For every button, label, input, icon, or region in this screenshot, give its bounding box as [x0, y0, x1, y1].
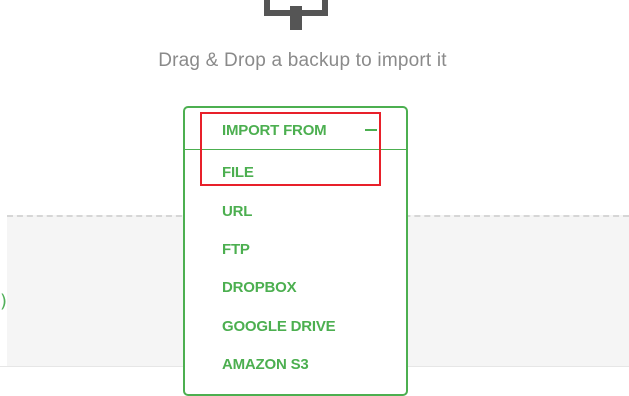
import-from-label: IMPORT FROM — [222, 122, 327, 139]
import-from-dropdown[interactable]: IMPORT FROM FILE URL FTP DROPBOX GOOGLE … — [183, 106, 408, 396]
menu-item-google-drive[interactable]: GOOGLE DRIVE — [222, 318, 336, 335]
partial-bracket-glyph: ) — [0, 291, 8, 312]
import-from-header[interactable]: IMPORT FROM — [185, 108, 406, 150]
menu-item-amazon-s3[interactable]: AMAZON S3 — [222, 356, 309, 373]
menu-item-file[interactable]: FILE — [222, 164, 254, 181]
upload-icon — [264, 0, 328, 30]
minus-icon[interactable] — [365, 129, 377, 131]
drop-zone-message: Drag & Drop a backup to import it — [158, 50, 447, 71]
menu-item-ftp[interactable]: FTP — [222, 241, 250, 258]
menu-item-url[interactable]: URL — [222, 203, 252, 220]
menu-item-dropbox[interactable]: DROPBOX — [222, 279, 297, 296]
